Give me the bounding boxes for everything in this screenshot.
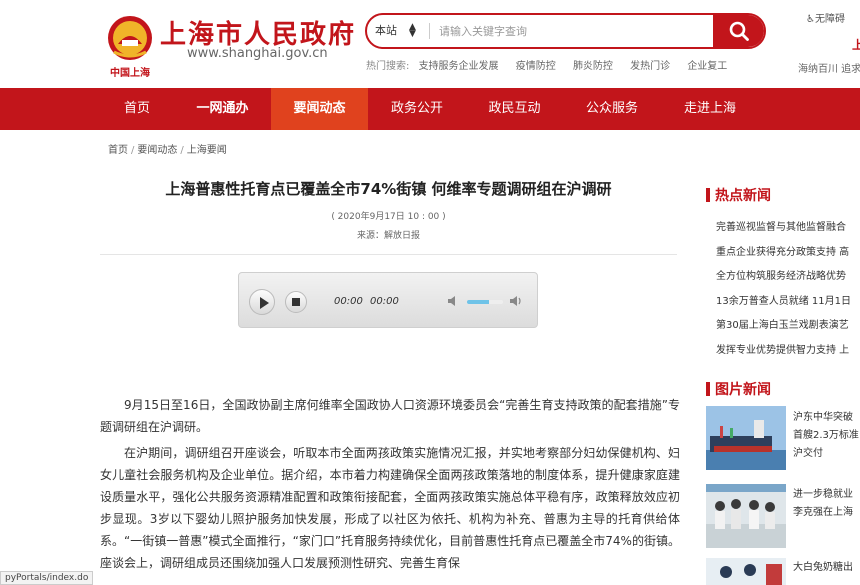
hot-search-term[interactable]: 企业复工 [687, 61, 727, 72]
hot-news-item[interactable]: 13余万普查人员就绪 11月1日 [716, 290, 860, 315]
logo-caption: 中国上海 [110, 68, 150, 79]
breadcrumb: 首页 / 要闻动态 / 上海要闻 [108, 141, 227, 156]
search-button[interactable] [713, 15, 764, 47]
photo-news-line: 沪东中华突破 [793, 412, 853, 423]
nav-item-interaction[interactable]: 政民互动 [466, 88, 563, 130]
duration-time: 00:00 [370, 296, 399, 307]
site-logo[interactable]: 中国上海 [104, 14, 156, 79]
hot-search-bar: 热门搜索: 支持服务企业发展 疫情防控 肺炎防控 发热门诊 企业复工 [366, 57, 741, 72]
volume-level [467, 300, 489, 304]
shanghai-emblem-icon [108, 16, 152, 60]
search-icon [729, 21, 749, 41]
breadcrumb-separator: / [131, 145, 135, 156]
candy-photo-icon [706, 558, 786, 585]
volume-mute-icon[interactable] [447, 295, 461, 307]
nav-item-one-stop[interactable]: 一网通办 [174, 88, 271, 130]
meeting-photo-icon [706, 484, 786, 548]
stop-button[interactable] [285, 291, 307, 313]
search-scope-label: 本站 [375, 24, 397, 37]
site-header: 中国上海 上海市人民政府 www.shanghai.gov.cn 本站▲▼ 热门… [0, 0, 860, 88]
hot-news-item[interactable]: 第30届上海白玉兰戏剧表演艺 [716, 314, 860, 339]
photo-news-line: 首艘2.3万标准 [793, 430, 859, 441]
hot-search-label: 热门搜索: [366, 61, 410, 72]
hot-news-item[interactable]: 完善巡视监督与其他监督融合 [716, 216, 860, 241]
main-nav: 首页 一网通办 要闻动态 政务公开 政民互动 公众服务 走进上海 [0, 88, 860, 130]
hot-news-item[interactable]: 发挥专业优势提供智力支持 上 [716, 339, 860, 364]
article-paragraph: 在沪期间，调研组召开座谈会，听取本市全面两孩政策实施情况汇报，并实地考察部分妇幼… [100, 446, 680, 570]
hot-news-item[interactable]: 重点企业获得充分政策支持 高 [716, 241, 860, 266]
photo-news-image-ship[interactable] [706, 406, 786, 470]
nav-item-gov-affairs[interactable]: 政务公开 [368, 88, 466, 130]
photo-news-text[interactable]: 大白兔奶糖出 [793, 559, 860, 577]
search-box: 本站 ▲ ▼ [365, 13, 766, 49]
search-input[interactable] [439, 19, 699, 43]
barrier-free-label: 无障碍 [814, 14, 845, 25]
audio-player: 00:00 00:00 [238, 272, 538, 328]
photo-news-text[interactable]: 进一步稳就业 李克强在上海 [793, 486, 860, 522]
header-right-motto: 海纳百川 追求 [798, 64, 860, 75]
play-button[interactable] [249, 289, 275, 315]
breadcrumb-item[interactable]: 上海要闻 [187, 145, 227, 156]
nav-item-home[interactable]: 首页 [100, 88, 174, 130]
nav-item-news[interactable]: 要闻动态 [271, 88, 368, 130]
hot-news-list: 完善巡视监督与其他监督融合 重点企业获得充分政策支持 高 全方位构筑服务经济战略… [716, 216, 860, 363]
photo-news-line: 进一步稳就业 [793, 489, 853, 500]
photo-news-image-candy[interactable] [706, 558, 786, 585]
article-paragraph: 9月15日至16日，全国政协副主席何维率全国政协人口资源环境委员会“完善生育支持… [100, 398, 680, 434]
volume-slider[interactable] [467, 300, 503, 304]
nav-item-about-shanghai[interactable]: 走进上海 [661, 88, 759, 130]
volume-max-icon[interactable] [509, 295, 523, 307]
status-bar-url: pyPortals/index.do [0, 571, 94, 585]
hot-search-term[interactable]: 疫情防控 [516, 61, 556, 72]
photo-news-line: 李克强在上海 [793, 507, 853, 518]
barrier-free-link[interactable]: ♿无障碍 [806, 10, 845, 25]
photo-news-line: 沪交付 [793, 448, 823, 459]
search-divider [429, 23, 430, 39]
photo-news-heading: 图片新闻 [706, 379, 771, 399]
site-url: www.shanghai.gov.cn [187, 46, 328, 61]
ship-photo-icon [706, 406, 786, 470]
photo-news-line: 大白兔奶糖出 [793, 562, 853, 573]
nav-item-public-service[interactable]: 公众服务 [563, 88, 661, 130]
photo-news-image-meeting[interactable] [706, 484, 786, 548]
hot-news-heading: 热点新闻 [706, 185, 771, 205]
hot-search-term[interactable]: 发热门诊 [630, 61, 670, 72]
current-time: 00:00 [334, 296, 363, 307]
hot-news-item[interactable]: 全方位构筑服务经济战略优势 [716, 265, 860, 290]
hot-search-term[interactable]: 支持服务企业发展 [419, 61, 499, 72]
title-divider [100, 254, 677, 255]
search-scope-select[interactable]: 本站 ▲ ▼ [375, 15, 416, 47]
breadcrumb-separator: / [180, 145, 184, 156]
header-right-slogan: 上 [852, 38, 860, 52]
hot-search-term[interactable]: 肺炎防控 [573, 61, 613, 72]
article-date: ( 2020年9月17日 10 : 00 ) [331, 212, 446, 222]
breadcrumb-item[interactable]: 要闻动态 [137, 145, 177, 156]
article-source: 来源：解放日报 [356, 231, 420, 241]
accessibility-icon: ♿ [806, 14, 815, 25]
breadcrumb-item[interactable]: 首页 [108, 145, 128, 156]
article-title: 上海普惠性托育点已覆盖全市74%街镇 何维率专题调研组在沪调研 [165, 180, 612, 198]
photo-news-text[interactable]: 沪东中华突破 首艘2.3万标准 沪交付 [793, 409, 860, 463]
up-down-arrows-icon: ▲ ▼ [409, 22, 416, 39]
